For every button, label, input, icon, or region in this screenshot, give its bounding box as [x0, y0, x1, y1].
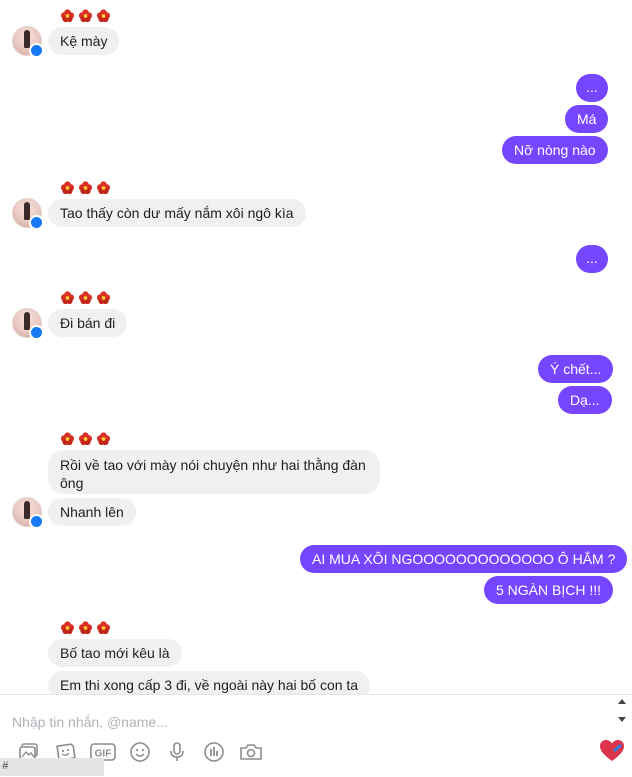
message-thread: Kệ mày ... Má Nỡ nòng nào Tao thấy còn d… — [0, 0, 632, 694]
outgoing-message[interactable]: Dạ... — [558, 386, 612, 414]
camera-icon[interactable] — [238, 741, 264, 763]
avatar[interactable] — [12, 308, 44, 340]
outgoing-message[interactable]: 5 NGÀN BỊCH !!! — [484, 576, 614, 604]
avatar[interactable] — [12, 26, 44, 58]
heart-icon[interactable] — [598, 738, 626, 764]
flower-icon — [78, 181, 93, 195]
flower-icon — [60, 621, 75, 635]
flower-icon — [96, 432, 111, 446]
flower-icon — [78, 291, 93, 305]
messenger-badge-icon — [29, 215, 44, 230]
incoming-message[interactable]: Đi bán đi — [48, 309, 128, 337]
outgoing-message[interactable]: AI MUA XÔI NGOOOOOOOOOOOOO Ô HẮM ? — [300, 545, 628, 573]
scroll-down-icon[interactable] — [618, 717, 626, 722]
incoming-message[interactable]: Nhanh lên — [48, 498, 136, 526]
flower-icon — [60, 9, 75, 23]
flower-icon — [78, 432, 93, 446]
incoming-message[interactable]: Rồi về tao với mày nói chuyện như hai th… — [48, 450, 380, 494]
emoji-icon[interactable] — [127, 741, 153, 763]
flower-reaction-row — [60, 8, 111, 23]
outgoing-message[interactable]: ... — [576, 74, 608, 102]
flower-icon — [60, 291, 75, 305]
microphone-icon[interactable] — [164, 741, 190, 763]
messenger-badge-icon — [29, 43, 44, 58]
scroll-up-icon[interactable] — [618, 699, 626, 704]
outgoing-message[interactable]: Má — [565, 105, 609, 133]
flower-reaction-row — [60, 180, 111, 195]
avatar[interactable] — [12, 497, 44, 529]
outgoing-message[interactable]: ... — [576, 245, 608, 273]
flower-reaction-row — [60, 431, 111, 446]
outgoing-message[interactable]: Ý chết... — [538, 355, 614, 383]
flower-icon — [78, 621, 93, 635]
message-input[interactable] — [10, 711, 574, 733]
flower-icon — [96, 621, 111, 635]
flower-icon — [78, 9, 93, 23]
outgoing-message[interactable]: Nỡ nòng nào — [502, 136, 608, 164]
status-strip: # — [0, 758, 104, 776]
avatar[interactable] — [12, 198, 44, 230]
flower-icon — [60, 181, 75, 195]
messenger-badge-icon — [29, 514, 44, 529]
flower-icon — [96, 9, 111, 23]
messenger-badge-icon — [29, 325, 44, 340]
incoming-message[interactable]: Bố tao mới kêu là — [48, 639, 182, 667]
incoming-message[interactable]: Kệ mày — [48, 27, 120, 55]
incoming-message[interactable]: Em thi xong cấp 3 đi, về ngoài này hai b… — [48, 671, 371, 694]
flower-icon — [96, 291, 111, 305]
flower-reaction-row — [60, 620, 111, 635]
incoming-message[interactable]: Tao thấy còn dư mấy nắm xôi ngô kìa — [48, 199, 306, 227]
poll-icon[interactable] — [201, 741, 227, 763]
flower-icon — [60, 432, 75, 446]
flower-icon — [96, 181, 111, 195]
flower-reaction-row — [60, 290, 111, 305]
